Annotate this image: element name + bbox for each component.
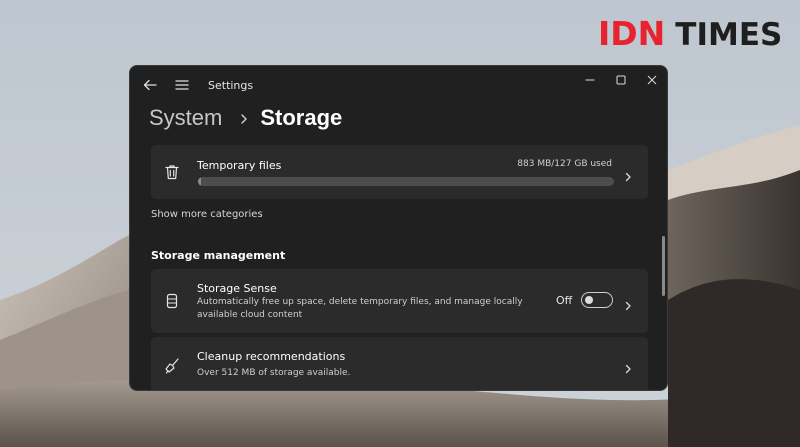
- minimize-icon: [585, 79, 595, 81]
- back-arrow-icon[interactable]: [142, 77, 158, 93]
- maximize-button[interactable]: [607, 70, 635, 90]
- page-title: Storage: [260, 105, 343, 130]
- trash-icon: [163, 163, 181, 181]
- title-bar: Settings: [130, 66, 667, 106]
- temporary-files-label: Temporary files: [197, 159, 282, 172]
- cleanup-recommendations-description: Over 512 MB of storage available.: [197, 368, 351, 378]
- chevron-right-icon: [623, 359, 633, 374]
- hamburger-menu-icon[interactable]: [174, 77, 190, 93]
- cleanup-recommendations-card[interactable]: Cleanup recommendations Over 512 MB of s…: [151, 337, 648, 390]
- temporary-files-card[interactable]: Temporary files 883 MB/127 GB used: [151, 145, 648, 199]
- settings-window: Settings System Storage Temporary files …: [129, 65, 668, 391]
- minimize-button[interactable]: [576, 70, 604, 90]
- toggle-knob: [585, 296, 593, 304]
- cleanup-recommendations-label: Cleanup recommendations: [197, 350, 346, 363]
- broom-icon: [163, 357, 181, 375]
- close-icon: [647, 75, 657, 85]
- storage-sense-toggle-state: Off: [556, 294, 573, 307]
- window-title: Settings: [208, 79, 254, 92]
- storage-sense-description: Automatically free up space, delete temp…: [197, 297, 523, 320]
- chevron-right-icon: [623, 167, 633, 182]
- storage-management-heading: Storage management: [151, 249, 286, 262]
- chevron-right-icon: [238, 112, 250, 124]
- storage-sense-card[interactable]: Storage Sense Automatically free up spac…: [151, 269, 648, 333]
- logo-part-idn: IDN: [598, 14, 666, 53]
- vertical-scrollbar[interactable]: [662, 236, 665, 296]
- storage-usage-bar-fill: [198, 177, 201, 186]
- breadcrumb-system[interactable]: System: [149, 105, 222, 131]
- logo-part-times: TIMES: [675, 17, 783, 53]
- storage-sense-toggle[interactable]: [581, 292, 613, 308]
- maximize-icon: [616, 75, 626, 85]
- chevron-right-icon: [623, 296, 633, 311]
- storage-usage-bar: [198, 177, 614, 186]
- storage-sense-label: Storage Sense: [197, 282, 277, 295]
- idn-times-logo: IDN TIMES: [598, 14, 782, 55]
- temporary-files-usage: 883 MB/127 GB used: [517, 159, 612, 169]
- show-more-categories-link[interactable]: Show more categories: [151, 209, 263, 220]
- breadcrumb: System Storage: [149, 102, 342, 134]
- close-button[interactable]: [638, 70, 666, 90]
- drive-icon: [163, 292, 181, 310]
